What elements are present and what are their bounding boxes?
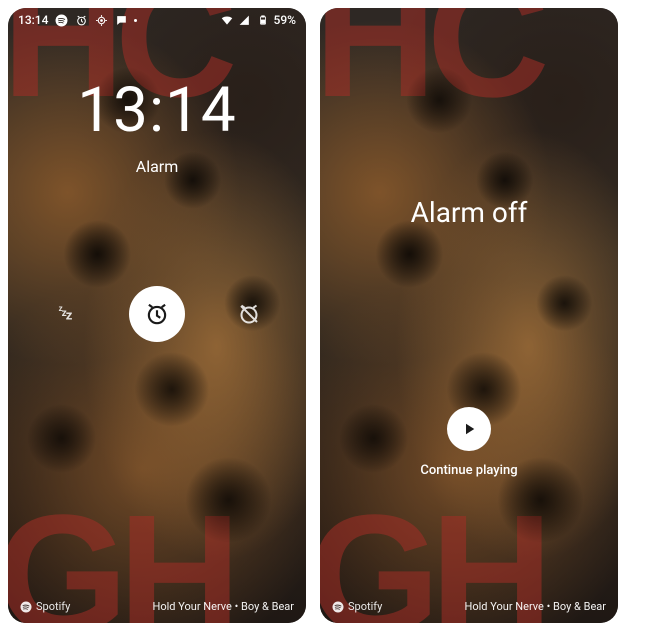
spotify-status-icon (54, 13, 68, 27)
alarm-off-title: Alarm off (320, 196, 618, 229)
alarm-off-screen: HC GH Alarm off Continue playing Spotify… (320, 8, 618, 623)
spotify-icon (332, 601, 344, 613)
status-time: 13:14 (18, 13, 48, 27)
now-playing-text: Hold Your Nerve • Boy & Bear (153, 600, 295, 613)
status-overflow-dot (134, 19, 137, 22)
spotify-icon (20, 601, 32, 613)
signal-icon (238, 13, 252, 27)
battery-text: 59% (274, 13, 296, 27)
alarm-clock-block: 13:14 Alarm (8, 74, 306, 176)
location-status-icon (94, 13, 108, 27)
alarm-label: Alarm (8, 157, 306, 176)
message-status-icon (114, 13, 128, 27)
now-playing-bar: Spotify Hold Your Nerve • Boy & Bear (8, 600, 306, 613)
now-playing-text: Hold Your Nerve • Boy & Bear (465, 600, 607, 613)
alarm-actions-row: zzz (8, 286, 306, 342)
dismiss-target[interactable] (235, 300, 263, 328)
snooze-target[interactable]: zzz (51, 300, 79, 328)
alarm-status-icon (74, 13, 88, 27)
alarm-time: 13:14 (8, 74, 306, 147)
spotify-label: Spotify (348, 600, 382, 613)
snooze-icon: zzz (59, 304, 72, 323)
spotify-label: Spotify (36, 600, 70, 613)
play-icon (460, 420, 478, 438)
continue-playing-label: Continue playing (320, 463, 618, 478)
battery-icon (256, 13, 270, 27)
alarm-clock-icon (144, 301, 170, 327)
alarm-ringing-screen: HC GH 13:14 (8, 8, 306, 623)
status-bar: 13:14 (8, 8, 306, 32)
continue-playing-button[interactable] (447, 407, 491, 451)
alarm-drag-handle[interactable] (129, 286, 185, 342)
now-playing-bar: Spotify Hold Your Nerve • Boy & Bear (320, 600, 618, 613)
wifi-icon (220, 13, 234, 27)
alarm-off-icon (237, 302, 261, 326)
